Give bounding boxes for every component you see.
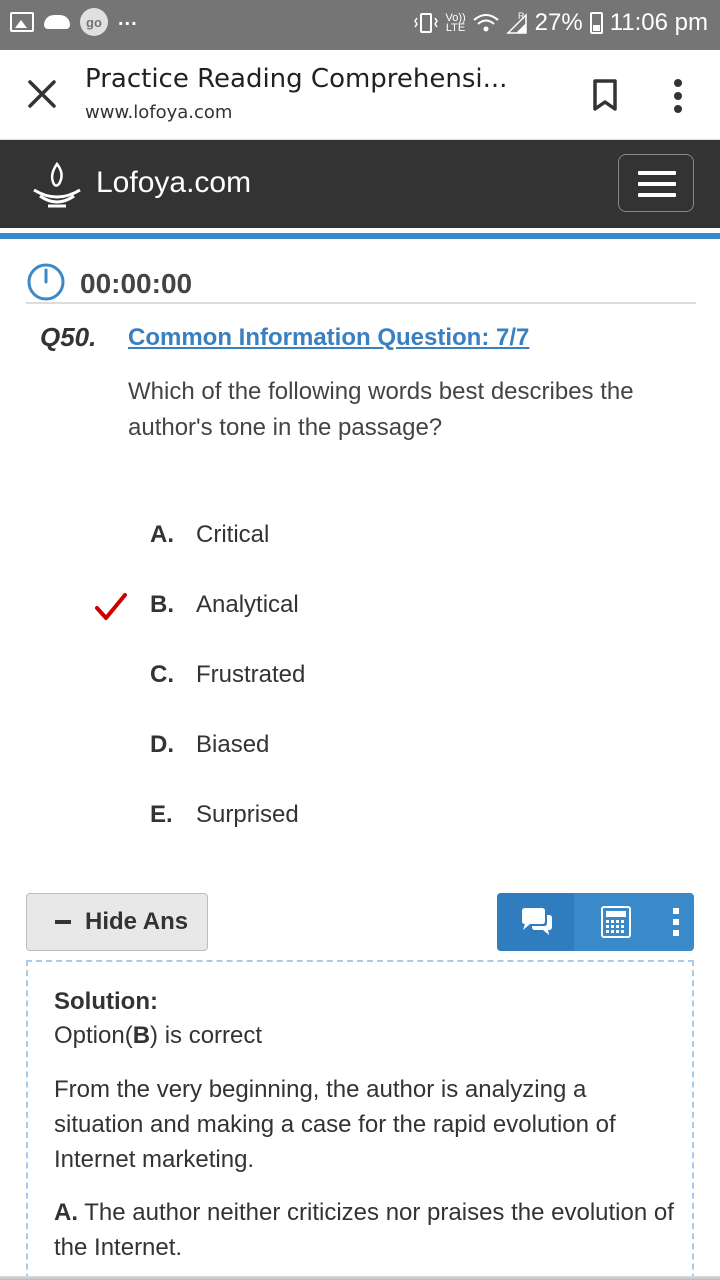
option-letter: D. xyxy=(150,731,174,758)
bottom-edge xyxy=(0,1276,720,1280)
calculator-button[interactable] xyxy=(577,893,654,951)
battery-percent: 27% xyxy=(534,9,583,36)
option-d[interactable]: D. Biased xyxy=(150,731,269,759)
timer-divider xyxy=(26,302,696,304)
overflow-menu-icon[interactable] xyxy=(668,78,688,114)
calculator-icon xyxy=(600,906,631,938)
clock: 11:06 pm xyxy=(609,9,708,36)
option-letter: E. xyxy=(150,801,173,828)
common-information-link[interactable]: Common Information Question: 7/7 xyxy=(128,324,529,352)
site-header: Lofoya.com xyxy=(0,140,720,228)
correct-check-icon xyxy=(95,593,127,620)
option-b[interactable]: B. Analytical xyxy=(150,591,299,619)
correct-option-text: Option(B) is correct xyxy=(54,1022,263,1049)
signal-icon: R xyxy=(505,11,527,34)
option-a[interactable]: A. Critical xyxy=(150,521,269,549)
solution-title: Solution: xyxy=(54,988,158,1015)
option-text: Critical xyxy=(196,521,270,548)
option-letter: C. xyxy=(150,661,174,688)
volte-indicator: Vo)) LTE xyxy=(445,12,466,34)
option-c[interactable]: C. Frustrated xyxy=(150,661,305,689)
bookmark-icon[interactable] xyxy=(592,78,618,112)
chat-icon xyxy=(521,908,552,935)
hamburger-menu-button[interactable] xyxy=(618,154,694,212)
browser-page-title: Practice Reading Comprehensi... xyxy=(85,64,508,94)
browser-toolbar: Practice Reading Comprehensi... www.lofo… xyxy=(0,50,720,140)
option-text: Biased xyxy=(196,731,270,758)
option-text: Analytical xyxy=(196,591,299,618)
solution-option-a-note: A. The author neither criticizes nor pra… xyxy=(54,1199,674,1261)
question-number: Q50. xyxy=(40,322,97,352)
option-text: Surprised xyxy=(196,801,299,828)
answer-toolbar xyxy=(497,893,694,951)
vibrate-icon xyxy=(414,13,439,33)
more-options-button[interactable] xyxy=(657,893,694,951)
question-text: Which of the following words best descri… xyxy=(128,378,634,441)
timer-value: 00:00:00 xyxy=(80,268,193,299)
option-letter: A. xyxy=(150,521,174,548)
option-text: Frustrated xyxy=(196,661,306,688)
site-name[interactable]: Lofoya.com xyxy=(96,166,251,200)
more-notifications-icon: ... xyxy=(118,7,138,30)
option-e[interactable]: E. Surprised xyxy=(150,801,299,829)
cloud-notification-icon xyxy=(44,15,70,29)
vertical-dots-icon xyxy=(672,908,679,936)
lamp-logo-icon[interactable] xyxy=(32,158,82,212)
gallery-notification-icon xyxy=(10,12,34,32)
option-letter: B. xyxy=(150,591,174,618)
status-bar: go ... Vo)) LTE R 27% 11:06 pm xyxy=(0,0,720,50)
hide-answer-label: Hide Ans xyxy=(85,908,189,935)
go-notification-icon: go xyxy=(80,8,108,36)
wifi-icon xyxy=(473,14,499,32)
battery-icon xyxy=(589,12,603,34)
minus-icon xyxy=(55,920,71,924)
close-icon[interactable] xyxy=(24,76,60,112)
header-divider xyxy=(0,233,720,239)
browser-url: www.lofoya.com xyxy=(85,102,233,123)
solution-explanation: From the very beginning, the author is a… xyxy=(54,1076,616,1173)
discussion-button[interactable] xyxy=(497,893,574,951)
hide-answer-button[interactable]: Hide Ans xyxy=(26,893,208,951)
timer-icon xyxy=(27,263,65,301)
